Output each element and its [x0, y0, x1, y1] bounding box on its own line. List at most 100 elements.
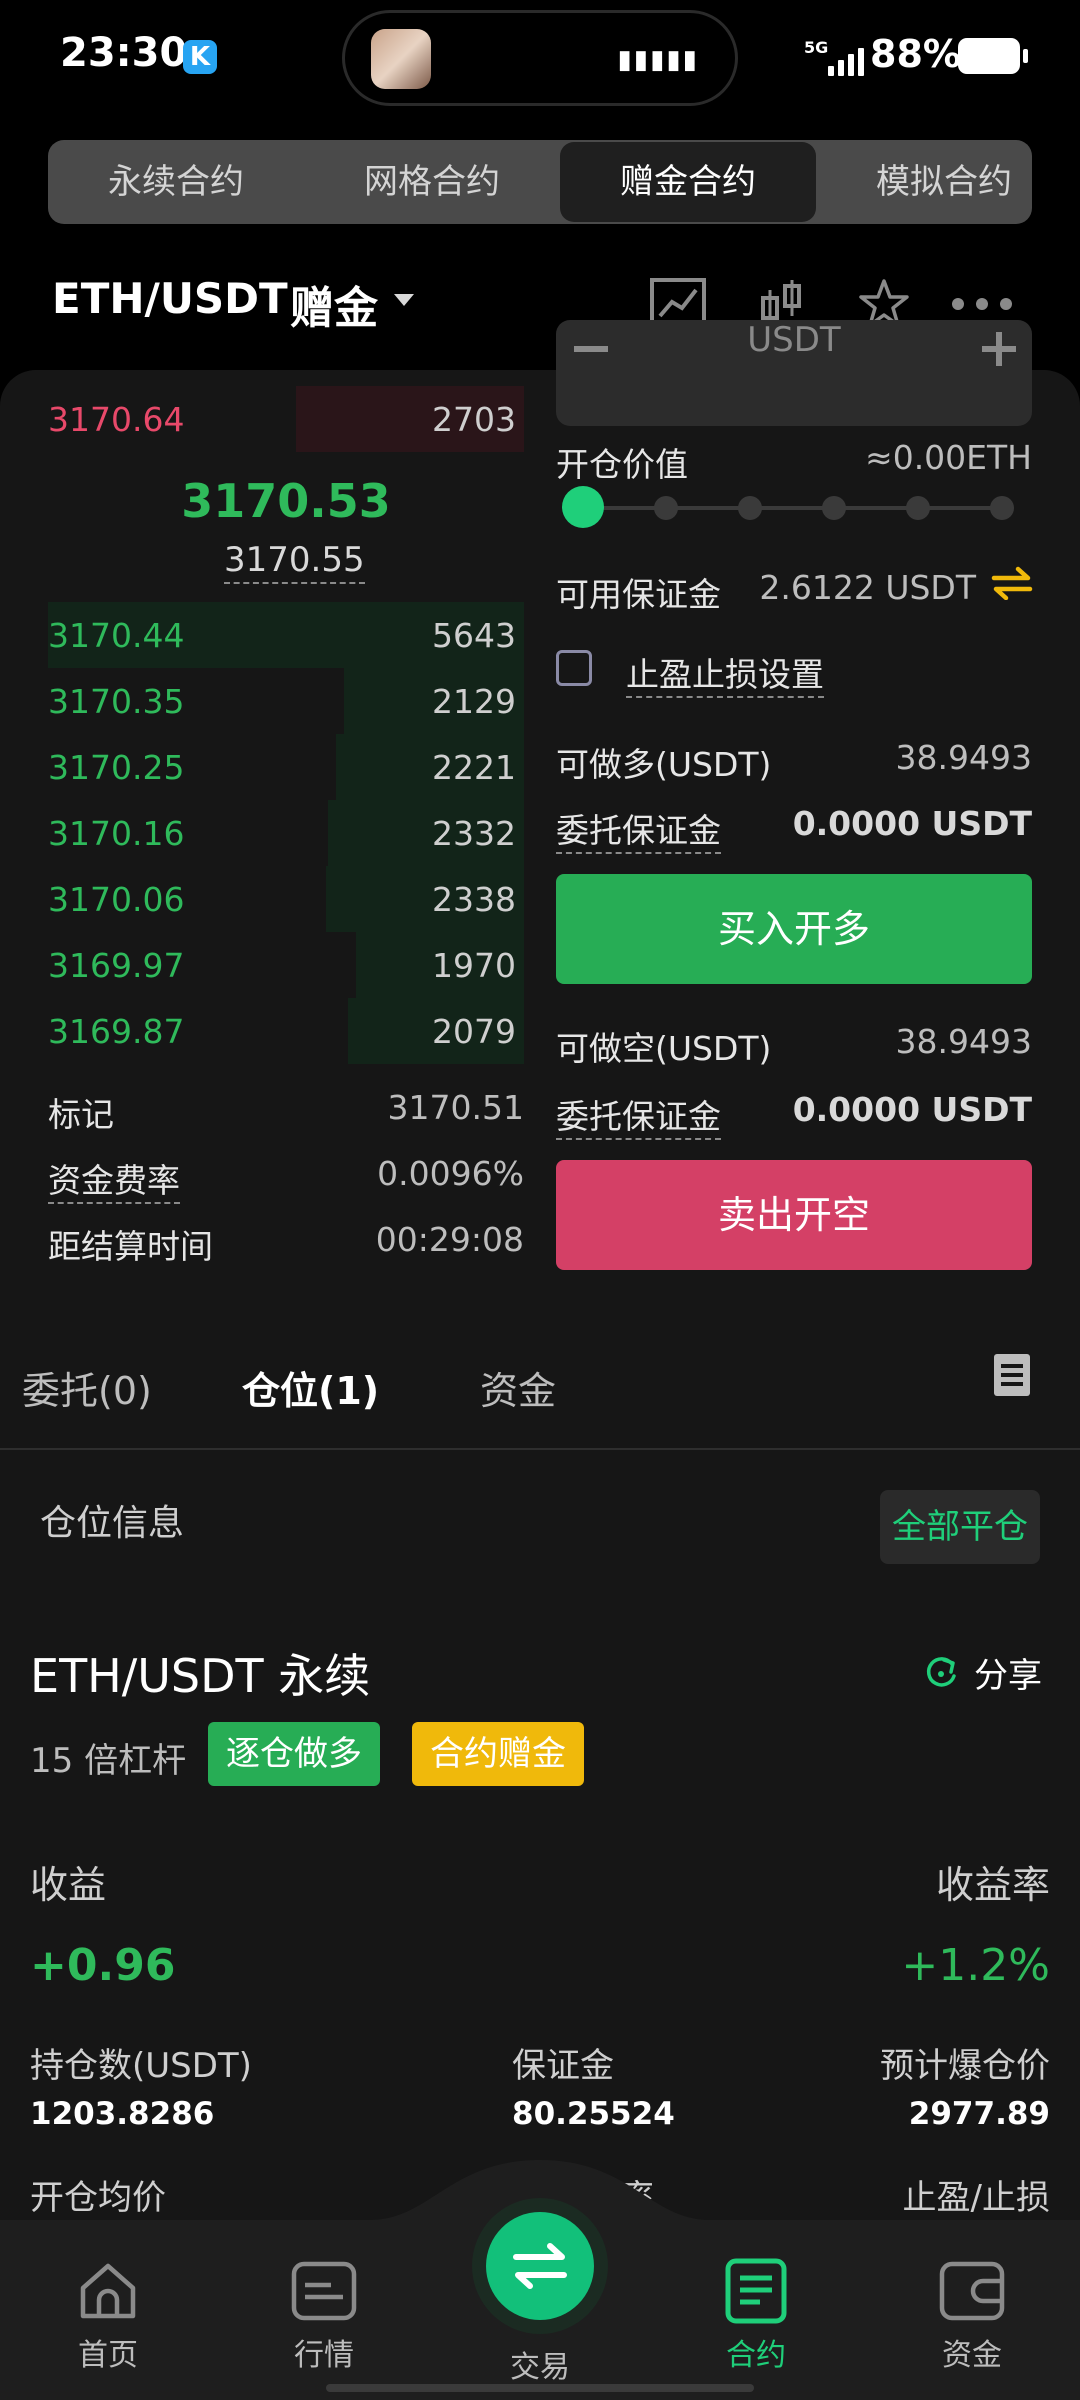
open-value-row: 开仓价值 ≈0.00ETH	[556, 438, 1032, 488]
bid-price: 3169.87	[48, 1012, 185, 1051]
status-bar: 23:30 K ▮▮▮▮▮ 5G 88%	[0, 0, 1080, 120]
trade-button[interactable]	[486, 2212, 594, 2320]
size-label: 持仓数(USDT)	[30, 2046, 252, 2086]
bid-qty: 2338	[432, 880, 516, 919]
nav-market[interactable]: 行情	[249, 2258, 399, 2374]
margin-label: 保证金	[512, 2046, 614, 2086]
mark-value: 3170.51	[387, 1088, 524, 1127]
slider-step[interactable]	[738, 496, 762, 520]
long-max-value: 38.9493	[895, 738, 1032, 777]
divider	[0, 1448, 1080, 1450]
long-margin-row: 委托保证金 0.0000 USDT	[556, 804, 1032, 854]
open-value: ≈0.00ETH	[865, 438, 1032, 477]
short-max-label: 可做空(USDT)	[556, 1029, 772, 1068]
tab-positions[interactable]: 仓位(1)	[242, 1360, 379, 1415]
wallet-icon	[939, 2258, 1005, 2324]
order-book-bid-row[interactable]: 3170.35 2129	[48, 668, 524, 734]
dynamic-island[interactable]: ▮▮▮▮▮	[342, 10, 738, 106]
leverage-label: 15 倍杠杆	[30, 1741, 187, 1781]
app-notification-icon: K	[183, 40, 217, 74]
order-book-bid-row[interactable]: 3169.87 2079	[48, 998, 524, 1064]
amount-slider[interactable]	[562, 486, 1014, 528]
last-price: 3170.53	[181, 474, 391, 528]
mark-price[interactable]: 3170.55	[224, 540, 365, 584]
bid-price: 3170.16	[48, 814, 185, 853]
order-book-bid-row[interactable]: 3170.25 2221	[48, 734, 524, 800]
share-icon	[926, 1656, 956, 1687]
close-all-button[interactable]: 全部平仓	[880, 1490, 1040, 1564]
settle-label: 距结算时间	[48, 1227, 213, 1266]
mark-label: 标记	[48, 1095, 114, 1134]
long-margin-value: 0.0000 USDT	[792, 804, 1032, 843]
short-margin-row: 委托保证金 0.0000 USDT	[556, 1090, 1032, 1140]
short-margin-value: 0.0000 USDT	[792, 1090, 1032, 1129]
sell-short-button[interactable]: 卖出开空	[556, 1160, 1032, 1270]
tab-perpetual[interactable]: 永续合约	[48, 140, 304, 224]
nav-label: 合约	[726, 2338, 786, 2373]
plus-icon-vertical	[996, 332, 1002, 366]
amount-unit: USDT	[747, 320, 841, 360]
chevron-down-icon[interactable]	[394, 294, 414, 306]
tab-assets[interactable]: 资金	[480, 1360, 556, 1415]
position-side-badge: 逐仓做多	[208, 1722, 380, 1786]
bid-qty: 2221	[432, 748, 516, 787]
pair-name[interactable]: ETH/USDT	[52, 274, 288, 323]
funding-label: 资金费率	[48, 1154, 180, 1204]
tab-demo[interactable]: 模拟合约	[816, 140, 1032, 224]
order-book-bid-row[interactable]: 3169.97 1970	[48, 932, 524, 998]
liq-price-value: 2977.89	[908, 2096, 1050, 2132]
tab-grid[interactable]: 网格合约	[304, 140, 560, 224]
transfer-icon[interactable]	[990, 566, 1034, 604]
share-button[interactable]: 分享	[922, 1648, 1042, 1697]
nav-home[interactable]: 首页	[33, 2258, 183, 2374]
battery-icon	[958, 38, 1028, 74]
slider-step[interactable]	[654, 496, 678, 520]
document-icon[interactable]	[994, 1354, 1030, 1400]
mark-price-row: 标记 3170.51	[48, 1088, 524, 1138]
audio-wave-icon: ▮▮▮▮▮	[617, 45, 699, 75]
order-book-bid-row[interactable]: 3170.44 5643	[48, 602, 524, 668]
liq-price-label: 预计爆仓价	[880, 2046, 1050, 2086]
amount-input[interactable]: USDT	[556, 320, 1032, 426]
long-margin-label[interactable]: 委托保证金	[556, 804, 721, 854]
home-indicator[interactable]	[326, 2384, 754, 2392]
short-max-row: 可做空(USDT) 38.9493	[556, 1022, 1032, 1072]
order-book-ask-row[interactable]: 3170.64 2703	[48, 386, 524, 452]
funding-rate-row[interactable]: 资金费率 0.0096%	[48, 1154, 524, 1204]
pair-tag[interactable]: 赠金	[290, 272, 378, 336]
nav-contract[interactable]: 合约	[681, 2258, 831, 2374]
bid-price: 3170.44	[48, 616, 185, 655]
available-label: 可用保证金	[556, 575, 721, 614]
slider-track	[582, 506, 1006, 510]
short-margin-label[interactable]: 委托保证金	[556, 1090, 721, 1140]
market-icon	[291, 2258, 357, 2324]
signal-icon	[828, 40, 864, 76]
slider-step[interactable]	[822, 496, 846, 520]
slider-step[interactable]	[990, 496, 1014, 520]
slider-step[interactable]	[906, 496, 930, 520]
nav-label: 首页	[78, 2338, 138, 2373]
tpsl-setting-label[interactable]: 止盈止损设置	[626, 648, 824, 698]
home-icon	[75, 2258, 141, 2324]
slider-knob[interactable]	[562, 486, 604, 528]
roe-label: 收益率	[935, 1863, 1050, 1907]
buy-long-button[interactable]: 买入开多	[556, 874, 1032, 984]
position-pair[interactable]: ETH/USDT 永续	[30, 1640, 370, 1706]
available-value: 2.6122 USDT	[759, 568, 976, 607]
tab-bonus[interactable]: 赠金合约	[560, 142, 816, 222]
pnl-label: 收益	[30, 1863, 107, 1907]
tpsl-checkbox[interactable]	[556, 650, 592, 686]
network-type: 5G	[804, 38, 829, 57]
ask-price: 3170.64	[48, 400, 185, 439]
order-book-bid-row[interactable]: 3170.16 2332	[48, 800, 524, 866]
nav-wallet[interactable]: 资金	[897, 2258, 1047, 2374]
bid-price: 3170.06	[48, 880, 185, 919]
status-time: 23:30	[60, 30, 188, 76]
order-book-bid-row[interactable]: 3170.06 2338	[48, 866, 524, 932]
avatar	[371, 29, 431, 89]
margin-value: 80.25524	[512, 2096, 675, 2132]
size-value: 1203.8286	[30, 2096, 215, 2132]
contract-type-tabs: 永续合约 网格合约 赠金合约 模拟合约	[48, 140, 1032, 224]
available-margin-row: 可用保证金 2.6122 USDT	[556, 568, 1032, 618]
tab-orders[interactable]: 委托(0)	[22, 1360, 152, 1415]
